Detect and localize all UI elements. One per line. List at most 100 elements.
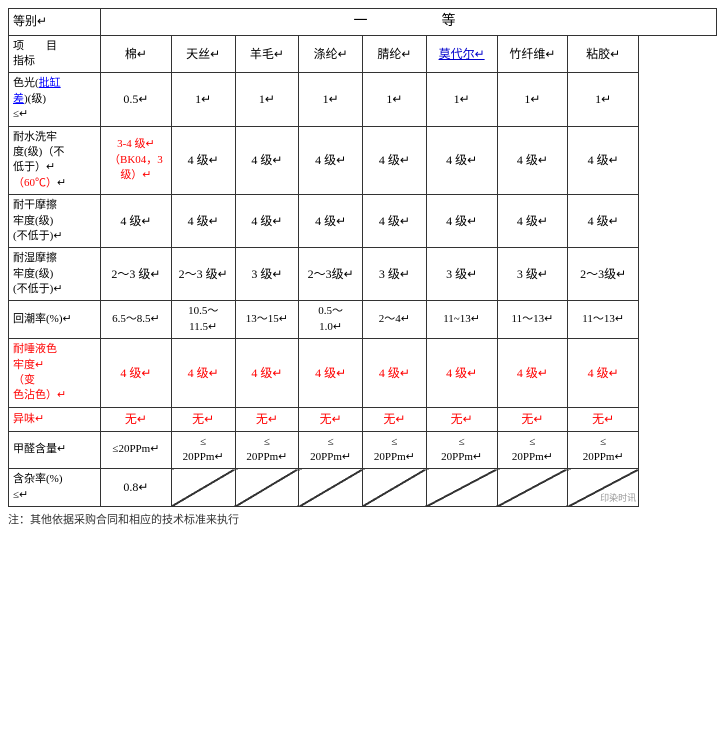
cell-saliva-jilun: 4 级↵ [362, 339, 426, 408]
cell-form-viscose: ≤20PPm↵ [568, 431, 639, 469]
row-color: 色光(批缸差)(级)≤↵ 0.5↵ 1↵ 1↵ 1↵ 1↵ 1↵ 1↵ 1↵ [9, 73, 717, 126]
row-impurity: 含杂率(%)≤↵ 0.8↵ 印染时讯 [9, 469, 717, 507]
grade-title: 一 等 [101, 9, 717, 36]
link-pigan[interactable]: 批缸差 [13, 77, 61, 104]
row-label-color: 色光(批缸差)(级)≤↵ [9, 73, 101, 126]
cell-dryrub-dilun: 4 级↵ [299, 195, 363, 248]
cell-wash-bamboo: 4 级↵ [497, 126, 568, 195]
cell-form-jilun: ≤20PPm↵ [362, 431, 426, 469]
cell-odor-jilun: 无↵ [362, 407, 426, 431]
col-mian: 棉↵ [101, 35, 172, 73]
row-saliva: 耐唾液色牢度↵（变色沾色）↵ 4 级↵ 4 级↵ 4 级↵ 4 级↵ 4 级↵ … [9, 339, 717, 408]
cell-imp-dilun [299, 469, 363, 507]
cell-wetrub-yangmao: 3 级↵ [235, 248, 299, 301]
cell-saliva-yangmao: 4 级↵ [235, 339, 299, 408]
cell-color-tiansi: 1↵ [171, 73, 235, 126]
cell-moisture-dilun: 0.5～1.0↵ [299, 301, 363, 339]
watermark-label: 印染时讯 [600, 492, 636, 505]
cell-color-yangmao: 1↵ [235, 73, 299, 126]
cell-wash-modal: 4 级↵ [426, 126, 497, 195]
cell-imp-mian: 0.8↵ [101, 469, 172, 507]
cell-moisture-viscose: 11～13↵ [568, 301, 639, 339]
grade-label: 等别↵ [9, 9, 101, 36]
data-table: 等别↵ 一 等 项 目指标 棉↵ 天丝↵ 羊毛↵ 涤纶↵ 腈纶↵ 莫代尔↵ 竹纤… [8, 8, 717, 507]
title-row: 等别↵ 一 等 [9, 9, 717, 36]
column-header-row: 项 目指标 棉↵ 天丝↵ 羊毛↵ 涤纶↵ 腈纶↵ 莫代尔↵ 竹纤维↵ 粘胶↵ [9, 35, 717, 73]
cell-form-dilun: ≤20PPm↵ [299, 431, 363, 469]
cell-imp-modal [426, 469, 497, 507]
cell-moisture-bamboo: 11～13↵ [497, 301, 568, 339]
cell-wash-tiansi: 4 级↵ [171, 126, 235, 195]
col-yangmao: 羊毛↵ [235, 35, 299, 73]
cell-form-modal: ≤20PPm↵ [426, 431, 497, 469]
row-formaldehyde: 甲醛含量↵ ≤20PPm↵ ≤20PPm↵ ≤20PPm↵ ≤20PPm↵ ≤2… [9, 431, 717, 469]
cell-odor-tiansi: 无↵ [171, 407, 235, 431]
cell-dryrub-tiansi: 4 级↵ [171, 195, 235, 248]
cell-color-modal: 1↵ [426, 73, 497, 126]
cell-saliva-bamboo: 4 级↵ [497, 339, 568, 408]
cell-imp-viscose: 印染时讯 [568, 469, 639, 507]
cell-dryrub-jilun: 4 级↵ [362, 195, 426, 248]
cell-dryrub-modal: 4 级↵ [426, 195, 497, 248]
cell-wetrub-viscose: 2～3级↵ [568, 248, 639, 301]
col-viscose: 粘胶↵ [568, 35, 639, 73]
cell-dryrub-yangmao: 4 级↵ [235, 195, 299, 248]
row-moisture: 回潮率(%)↵ 6.5～8.5↵ 10.5～11.5↵ 13～15↵ 0.5～1… [9, 301, 717, 339]
cell-form-mian: ≤20PPm↵ [101, 431, 172, 469]
cell-color-dilun: 1↵ [299, 73, 363, 126]
cell-odor-bamboo: 无↵ [497, 407, 568, 431]
cell-saliva-viscose: 4 级↵ [568, 339, 639, 408]
cell-wetrub-modal: 3 级↵ [426, 248, 497, 301]
cell-form-bamboo: ≤20PPm↵ [497, 431, 568, 469]
cell-moisture-jilun: 2～4↵ [362, 301, 426, 339]
col-dilun: 涤纶↵ [299, 35, 363, 73]
cell-imp-yangmao [235, 469, 299, 507]
row-label-wet-rub: 耐湿摩擦牢度(级)(不低于)↵ [9, 248, 101, 301]
cell-wetrub-dilun: 2～3级↵ [299, 248, 363, 301]
col-tiansi: 天丝↵ [171, 35, 235, 73]
cell-moisture-mian: 6.5～8.5↵ [101, 301, 172, 339]
col-jilun: 腈纶↵ [362, 35, 426, 73]
cell-color-mian: 0.5↵ [101, 73, 172, 126]
footnote: 注：其他依据采购合同和相应的技术标准来执行 [8, 511, 717, 527]
cell-odor-dilun: 无↵ [299, 407, 363, 431]
row-label-moisture: 回潮率(%)↵ [9, 301, 101, 339]
cell-dryrub-viscose: 4 级↵ [568, 195, 639, 248]
cell-odor-yangmao: 无↵ [235, 407, 299, 431]
cell-moisture-modal: 11~13↵ [426, 301, 497, 339]
cell-form-tiansi: ≤20PPm↵ [171, 431, 235, 469]
cell-wash-jilun: 4 级↵ [362, 126, 426, 195]
index-header: 项 目指标 [9, 35, 101, 73]
cell-wetrub-bamboo: 3 级↵ [497, 248, 568, 301]
cell-dryrub-mian: 4 级↵ [101, 195, 172, 248]
cell-dryrub-bamboo: 4 级↵ [497, 195, 568, 248]
cell-wash-viscose: 4 级↵ [568, 126, 639, 195]
cell-color-viscose: 1↵ [568, 73, 639, 126]
cell-moisture-tiansi: 10.5～11.5↵ [171, 301, 235, 339]
cell-odor-viscose: 无↵ [568, 407, 639, 431]
col-modal: 莫代尔↵ [426, 35, 497, 73]
row-dry-rub: 耐干摩擦牢度(级)(不低于)↵ 4 级↵ 4 级↵ 4 级↵ 4 级↵ 4 级↵… [9, 195, 717, 248]
cell-wash-yangmao: 4 级↵ [235, 126, 299, 195]
cell-wetrub-mian: 2～3 级↵ [101, 248, 172, 301]
cell-saliva-dilun: 4 级↵ [299, 339, 363, 408]
row-odor: 异味↵ 无↵ 无↵ 无↵ 无↵ 无↵ 无↵ 无↵ 无↵ [9, 407, 717, 431]
cell-color-jilun: 1↵ [362, 73, 426, 126]
cell-imp-bamboo [497, 469, 568, 507]
cell-imp-jilun [362, 469, 426, 507]
row-label-odor: 异味↵ [9, 407, 101, 431]
cell-wetrub-tiansi: 2～3 级↵ [171, 248, 235, 301]
cell-odor-mian: 无↵ [101, 407, 172, 431]
cell-saliva-mian: 4 级↵ [101, 339, 172, 408]
cell-form-yangmao: ≤20PPm↵ [235, 431, 299, 469]
cell-color-bamboo: 1↵ [497, 73, 568, 126]
row-label-saliva: 耐唾液色牢度↵（变色沾色）↵ [9, 339, 101, 408]
cell-odor-modal: 无↵ [426, 407, 497, 431]
row-label-wash: 耐水洗牢度(级)（不低于）↵（60℃）↵ [9, 126, 101, 195]
cell-saliva-modal: 4 级↵ [426, 339, 497, 408]
cell-wetrub-jilun: 3 级↵ [362, 248, 426, 301]
row-wet-rub: 耐湿摩擦牢度(级)(不低于)↵ 2～3 级↵ 2～3 级↵ 3 级↵ 2～3级↵… [9, 248, 717, 301]
table-container: 等别↵ 一 等 项 目指标 棉↵ 天丝↵ 羊毛↵ 涤纶↵ 腈纶↵ 莫代尔↵ 竹纤… [8, 8, 717, 527]
col-bamboo: 竹纤维↵ [497, 35, 568, 73]
cell-imp-tiansi [171, 469, 235, 507]
